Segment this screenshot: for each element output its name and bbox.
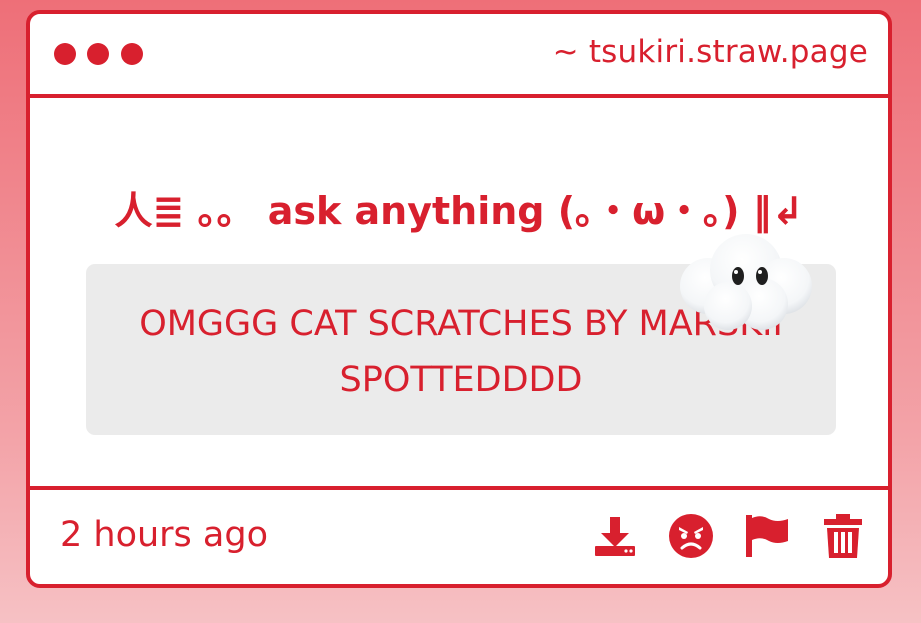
- trash-icon[interactable]: [820, 513, 866, 559]
- timestamp: 2 hours ago: [60, 515, 269, 555]
- window-titlebar: ~ tsukiri.straw.page: [30, 14, 888, 98]
- question-card: ~ tsukiri.straw.page 人≣ 。。 ask anything …: [26, 10, 892, 588]
- window-dot-red: [54, 43, 76, 65]
- card-body: 人≣ 。。 ask anything (｡・ω・｡) ‖↲ OMGGG CAT …: [30, 98, 888, 494]
- site-url[interactable]: ~ tsukiri.straw.page: [553, 34, 868, 70]
- angry-face-icon[interactable]: [668, 513, 714, 559]
- download-icon[interactable]: [592, 513, 638, 559]
- card-footer: 2 hours ago: [30, 486, 888, 584]
- window-dot-red: [121, 43, 143, 65]
- window-dot-red: [87, 43, 109, 65]
- flag-icon[interactable]: [744, 513, 790, 559]
- ask-anything-heading: 人≣ 。。 ask anything (｡・ω・｡) ‖↲: [114, 189, 804, 233]
- cloud-sticker-icon: [666, 228, 826, 338]
- action-bar: [592, 514, 866, 558]
